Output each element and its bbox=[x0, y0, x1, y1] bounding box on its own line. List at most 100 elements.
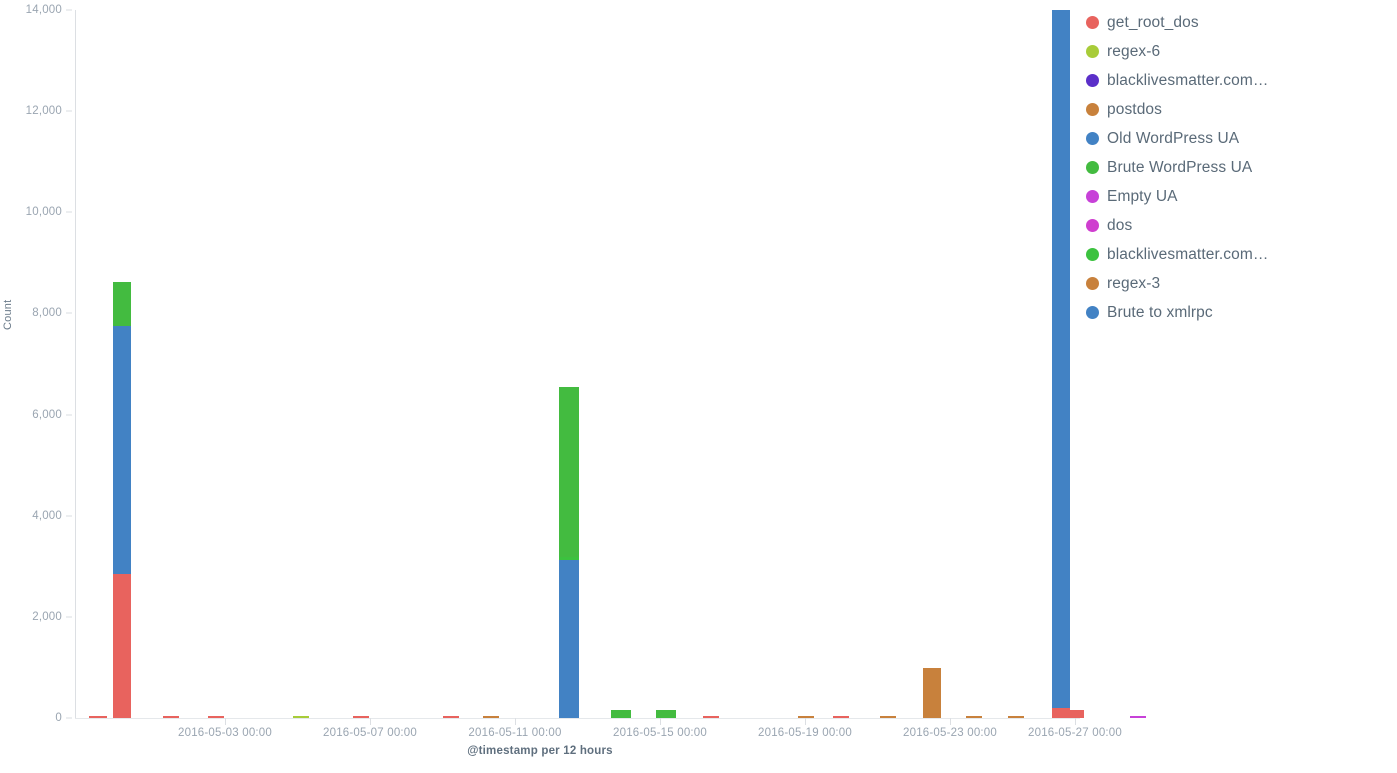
bar-column[interactable] bbox=[293, 10, 309, 718]
x-axis-tick-mark bbox=[805, 718, 806, 725]
x-axis-tick-mark bbox=[515, 718, 516, 725]
legend-item-label: postdos bbox=[1107, 100, 1162, 118]
legend-item-label: Empty UA bbox=[1107, 187, 1178, 205]
bar-segment[interactable] bbox=[559, 560, 579, 718]
bar-column[interactable] bbox=[833, 10, 849, 718]
y-axis-tick-label: 10,000 bbox=[25, 206, 62, 219]
x-axis-tick-label: 2016-05-03 00:00 bbox=[178, 727, 272, 739]
y-axis-tick-mark bbox=[66, 616, 72, 618]
legend-color-dot-icon bbox=[1086, 103, 1099, 116]
x-axis-tick-mark bbox=[370, 718, 371, 725]
x-axis-title: @timestamp per 12 hours bbox=[467, 745, 613, 757]
bar-segment[interactable] bbox=[559, 557, 579, 561]
stacked-bar-chart[interactable]: Count 0 2,000 4,000 6,000 8,000 10,000 12,000 1… bbox=[0, 0, 1146, 773]
x-axis-tick-mark bbox=[950, 718, 951, 725]
legend-item[interactable]: get_root_dos bbox=[1086, 8, 1386, 37]
y-axis-tick-mark bbox=[66, 717, 72, 719]
legend-item[interactable]: Old WordPress UA bbox=[1086, 124, 1386, 153]
plot-area[interactable] bbox=[75, 10, 1146, 718]
x-axis-tick-label: 2016-05-07 00:00 bbox=[323, 727, 417, 739]
bar-column[interactable] bbox=[1068, 10, 1084, 718]
bar-column[interactable] bbox=[966, 10, 982, 718]
legend-item[interactable]: Brute WordPress UA bbox=[1086, 153, 1386, 182]
x-axis-tick-label: 2016-05-23 00:00 bbox=[903, 727, 997, 739]
y-axis-tick-label: 12,000 bbox=[25, 105, 62, 118]
bar-column[interactable] bbox=[89, 10, 107, 718]
bar-segment[interactable] bbox=[113, 573, 131, 718]
legend-color-dot-icon bbox=[1086, 248, 1099, 261]
bar-segment[interactable] bbox=[1130, 716, 1146, 718]
legend-color-dot-icon bbox=[1086, 306, 1099, 319]
legend-item-label: regex-6 bbox=[1107, 42, 1161, 60]
x-axis-tick-mark bbox=[660, 718, 661, 725]
legend-item-label: Brute to xmlrpc bbox=[1107, 303, 1213, 321]
legend-item[interactable]: Brute to xmlrpc bbox=[1086, 298, 1386, 327]
legend-color-dot-icon bbox=[1086, 277, 1099, 290]
x-axis-tick-label: 2016-05-15 00:00 bbox=[613, 727, 707, 739]
legend-item-label: blacklivesmatter.com… bbox=[1107, 71, 1269, 89]
visualization-panel: Count 0 2,000 4,000 6,000 8,000 10,000 12,000 1… bbox=[0, 0, 1397, 773]
bar-segment[interactable] bbox=[113, 326, 131, 574]
y-axis-tick-label: 6,000 bbox=[32, 408, 62, 421]
y-axis-tick-label: 8,000 bbox=[32, 307, 62, 320]
legend-color-dot-icon bbox=[1086, 219, 1099, 232]
bar-segment[interactable] bbox=[611, 710, 631, 718]
legend-item[interactable]: postdos bbox=[1086, 95, 1386, 124]
y-axis-tick-mark bbox=[66, 110, 72, 112]
legend-item[interactable]: Empty UA bbox=[1086, 182, 1386, 211]
bar-column[interactable] bbox=[483, 10, 499, 718]
bar-column[interactable] bbox=[798, 10, 814, 718]
bar-column[interactable] bbox=[703, 10, 719, 718]
y-axis-tick-mark bbox=[66, 312, 72, 314]
y-axis-tick-mark bbox=[66, 211, 72, 213]
legend-item-label: blacklivesmatter.com… bbox=[1107, 245, 1269, 263]
legend-item[interactable]: regex-3 bbox=[1086, 269, 1386, 298]
bar-segment[interactable] bbox=[1068, 710, 1084, 718]
x-axis-tick-mark bbox=[225, 718, 226, 725]
legend-item[interactable]: blacklivesmatter.com… bbox=[1086, 66, 1386, 95]
bar-segment[interactable] bbox=[923, 667, 941, 718]
x-axis: 2016-05-03 00:00 2016-05-07 00:00 2016-05-… bbox=[75, 718, 1122, 748]
legend-item[interactable]: regex-6 bbox=[1086, 37, 1386, 66]
legend-item-label: regex-3 bbox=[1107, 274, 1161, 292]
legend-color-dot-icon bbox=[1086, 190, 1099, 203]
bar-column[interactable] bbox=[559, 10, 579, 718]
legend-color-dot-icon bbox=[1086, 45, 1099, 58]
bar-column[interactable] bbox=[880, 10, 896, 718]
bar-segment[interactable] bbox=[656, 709, 676, 718]
x-axis-tick-mark bbox=[1075, 718, 1076, 725]
y-axis-tick-label: 4,000 bbox=[32, 509, 62, 522]
bar-column[interactable] bbox=[656, 10, 676, 718]
y-axis-tick-label: 2,000 bbox=[32, 610, 62, 623]
bar-column[interactable] bbox=[1008, 10, 1024, 718]
x-axis-tick-label: 2016-05-27 00:00 bbox=[1028, 727, 1122, 739]
legend-item-label: get_root_dos bbox=[1107, 13, 1199, 31]
bar-column[interactable] bbox=[443, 10, 459, 718]
y-axis-tick-mark bbox=[66, 9, 72, 11]
bar-column[interactable] bbox=[353, 10, 369, 718]
legend-color-dot-icon bbox=[1086, 132, 1099, 145]
legend-item-label: dos bbox=[1107, 216, 1133, 234]
legend-item-label: Old WordPress UA bbox=[1107, 129, 1240, 147]
legend-item[interactable]: blacklivesmatter.com… bbox=[1086, 240, 1386, 269]
x-axis-tick-label: 2016-05-11 00:00 bbox=[468, 727, 562, 739]
bar-segment[interactable] bbox=[559, 387, 579, 558]
bar-column[interactable] bbox=[611, 10, 631, 718]
y-axis-tick-mark bbox=[66, 414, 72, 416]
legend-item[interactable]: dos bbox=[1086, 211, 1386, 240]
legend-color-dot-icon bbox=[1086, 74, 1099, 87]
x-axis-tick-label: 2016-05-19 00:00 bbox=[758, 727, 852, 739]
bar-column[interactable] bbox=[113, 10, 131, 718]
y-axis-tick-label: 0 bbox=[55, 712, 62, 724]
bar-column[interactable] bbox=[923, 10, 941, 718]
legend-color-dot-icon bbox=[1086, 161, 1099, 174]
bar-column[interactable] bbox=[208, 10, 224, 718]
bar-column[interactable] bbox=[163, 10, 179, 718]
chart-legend[interactable]: get_root_dos regex-6 blacklivesmatter.com…… bbox=[1086, 8, 1386, 327]
bar-segment[interactable] bbox=[113, 282, 131, 327]
legend-item-label: Brute WordPress UA bbox=[1107, 158, 1253, 176]
y-axis: 0 2,000 4,000 6,000 8,000 10,000 12,000 14,000 bbox=[0, 0, 74, 773]
legend-color-dot-icon bbox=[1086, 16, 1099, 29]
y-axis-tick-label: 14,000 bbox=[25, 4, 62, 16]
y-axis-tick-mark bbox=[66, 515, 72, 517]
